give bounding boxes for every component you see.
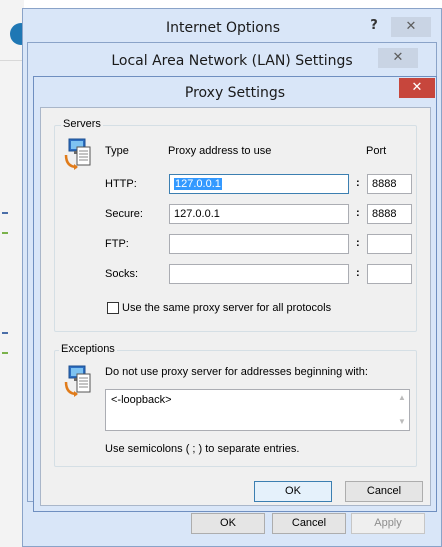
http-address-value: 127.0.0.1 [174, 178, 222, 190]
background-app [0, 0, 24, 547]
servers-group-label: Servers [61, 118, 103, 130]
internet-options-close-button[interactable]: ✕ [391, 17, 431, 37]
network-computer-icon [63, 137, 93, 171]
proxy-ok-button[interactable]: OK [254, 481, 332, 502]
secure-address-input[interactable]: 127.0.0.1 [169, 204, 349, 224]
socks-address-input[interactable] [169, 264, 349, 284]
ftp-label: FTP: [105, 238, 129, 250]
http-address-input[interactable]: 127.0.0.1 [169, 174, 349, 194]
address-column-header: Proxy address to use [168, 145, 272, 157]
internet-options-apply-button[interactable]: Apply [351, 513, 425, 534]
exceptions-group-label: Exceptions [59, 343, 117, 355]
http-port-input[interactable]: 8888 [367, 174, 412, 194]
exceptions-description: Do not use proxy server for addresses be… [105, 366, 368, 378]
http-label: HTTP: [105, 178, 137, 190]
proxy-settings-close-button[interactable]: ✕ [399, 78, 435, 98]
servers-group: Servers Type Proxy address to use Port H… [54, 118, 417, 332]
network-computer-icon [63, 364, 93, 398]
background-divider [0, 60, 24, 61]
proxy-settings-client: Servers Type Proxy address to use Port H… [40, 107, 431, 506]
ftp-port-input[interactable] [367, 234, 412, 254]
lan-settings-title: Local Area Network (LAN) Settings [111, 53, 353, 69]
ftp-colon: : [356, 237, 360, 249]
port-column-header: Port [366, 145, 387, 157]
background-mark [2, 212, 8, 214]
internet-options-cancel-button[interactable]: Cancel [272, 513, 346, 534]
ftp-address-input[interactable] [169, 234, 349, 254]
internet-options-ok-button[interactable]: OK [191, 513, 265, 534]
exceptions-value: <-loopback> [111, 394, 172, 406]
type-column-header: Type [105, 145, 129, 157]
socks-colon: : [356, 267, 360, 279]
background-mark [2, 332, 8, 334]
scroll-up-icon[interactable]: ▲ [397, 394, 407, 402]
background-mark [2, 232, 8, 234]
background-mark [2, 352, 8, 354]
secure-colon: : [356, 207, 360, 219]
exceptions-hint: Use semicolons ( ; ) to separate entries… [105, 443, 300, 455]
scroll-down-icon[interactable]: ▼ [397, 418, 407, 426]
secure-label: Secure: [105, 208, 143, 220]
same-proxy-checkbox[interactable] [107, 302, 119, 314]
proxy-settings-title: Proxy Settings [184, 85, 286, 101]
proxy-settings-window: Proxy Settings ✕ Servers Type Proxy addr… [33, 76, 437, 512]
secure-port-input[interactable]: 8888 [367, 204, 412, 224]
exceptions-group: Exceptions Do not use proxy server for a… [54, 343, 417, 467]
socks-port-input[interactable] [367, 264, 412, 284]
help-button[interactable]: ? [364, 16, 384, 36]
same-proxy-label[interactable]: Use the same proxy server for all protoc… [122, 302, 331, 314]
http-colon: : [356, 177, 360, 189]
lan-settings-close-button[interactable]: ✕ [378, 48, 418, 68]
socks-label: Socks: [105, 268, 139, 280]
proxy-cancel-button[interactable]: Cancel [345, 481, 423, 502]
exceptions-textarea[interactable]: <-loopback> ▲ ▼ [105, 389, 410, 431]
